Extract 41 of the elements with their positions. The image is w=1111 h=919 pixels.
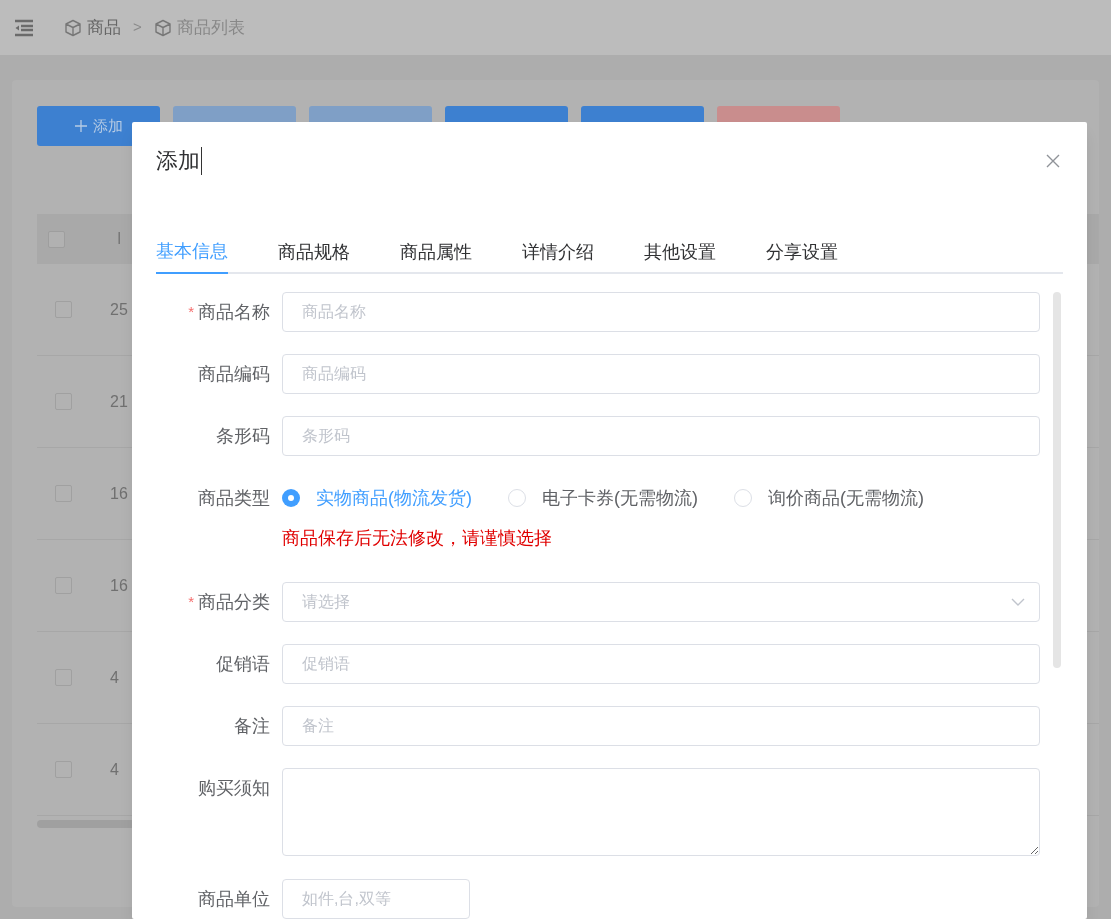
table-cell-text: 25 <box>110 299 128 320</box>
tab[interactable]: 其他设置 <box>644 230 716 274</box>
input-field[interactable]: 促销语 <box>282 644 1040 684</box>
close-icon[interactable] <box>1046 154 1060 168</box>
input-field[interactable]: 商品名称 <box>282 292 1040 332</box>
breadcrumb-separator: > <box>133 17 142 38</box>
tab[interactable]: 详情介绍 <box>522 230 594 274</box>
table-cell-text: 21 <box>110 391 128 412</box>
plus-icon <box>74 120 87 132</box>
required-mark: * <box>188 301 194 322</box>
field-label: 促销语 <box>216 652 270 676</box>
field-label: 商品类型 <box>198 486 270 510</box>
dialog-title: 添加 <box>156 147 202 175</box>
warning-text: 商品保存后无法修改，请谨慎选择 <box>282 527 553 549</box>
chevron-down-icon <box>1011 598 1025 606</box>
menu-icon[interactable] <box>14 18 34 37</box>
required-mark: * <box>188 591 194 612</box>
tab[interactable]: 分享设置 <box>766 230 838 274</box>
cube-icon <box>153 18 172 37</box>
input-field[interactable]: 如件,台,双等 <box>282 879 470 919</box>
radio-option[interactable]: 询价商品(无需物流) <box>734 484 924 512</box>
textarea-field[interactable] <box>282 768 1040 856</box>
radio-button[interactable] <box>282 489 300 507</box>
table-cell-text: 4 <box>110 759 119 780</box>
table-cell-text: 4 <box>110 667 119 688</box>
field-label: 商品名称 <box>198 300 270 324</box>
input-field[interactable]: 商品编码 <box>282 354 1040 394</box>
field-label: 条形码 <box>216 424 270 448</box>
tab[interactable]: 商品规格 <box>278 230 350 274</box>
input-field[interactable]: 备注 <box>282 706 1040 746</box>
field-label: 商品编码 <box>198 362 270 386</box>
table-cell-text: 16 <box>110 483 128 504</box>
table-cell-text: 16 <box>110 575 128 596</box>
field-label: 商品分类 <box>198 590 270 614</box>
radio-option[interactable]: 电子卡券(无需物流) <box>508 484 698 512</box>
input-field[interactable]: 条形码 <box>282 416 1040 456</box>
field-label: 购买须知 <box>198 776 270 800</box>
cube-icon <box>64 18 82 37</box>
field-label: 商品单位 <box>198 887 270 911</box>
field-label: 备注 <box>234 714 270 738</box>
tab[interactable]: 商品属性 <box>400 230 472 274</box>
